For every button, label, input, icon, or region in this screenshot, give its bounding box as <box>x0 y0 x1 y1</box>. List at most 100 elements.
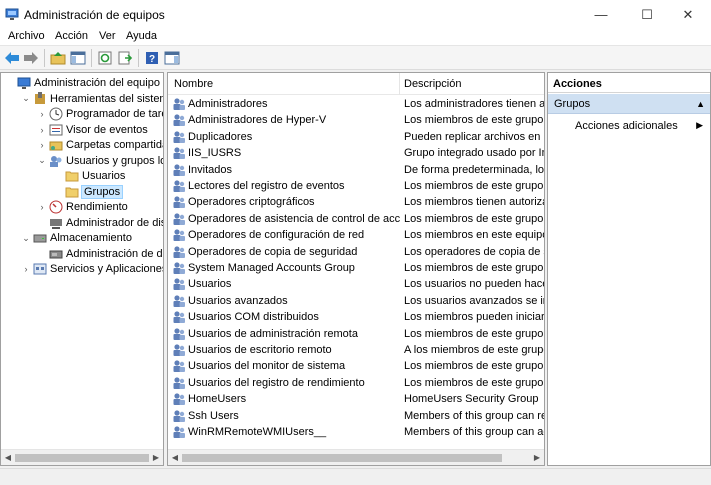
tree-item[interactable]: › Visor de eventos <box>37 122 148 138</box>
column-divider[interactable] <box>399 73 400 95</box>
minimize-button[interactable]: — <box>578 0 624 29</box>
group-name: Operadores de asistencia de control de a… <box>188 212 400 225</box>
export-list-button[interactable] <box>116 49 134 67</box>
menu-bar: Archivo Acción Ver Ayuda <box>0 29 711 46</box>
tree-item[interactable]: Administrador de dispos <box>37 215 163 231</box>
group-description: Los miembros tienen autorizaci <box>404 196 544 209</box>
collapse-caret-icon[interactable]: ▲ <box>696 99 705 109</box>
close-button[interactable]: ✕ <box>665 0 711 29</box>
toolbar-separator <box>44 49 45 67</box>
group-row[interactable]: Usuarios Los usuarios no pueden hacer c <box>168 276 544 292</box>
group-row[interactable]: Operadores de asistencia de control de a… <box>168 211 544 227</box>
group-name: Ssh Users <box>188 409 239 422</box>
menu-ver[interactable]: Ver <box>99 30 116 42</box>
scroll-left-icon[interactable]: ◀ <box>170 453 180 462</box>
group-icon <box>173 245 185 258</box>
collapse-arrow-icon[interactable]: ⌄ <box>21 233 31 244</box>
console-tree-pane: Administración del equipo (loca⌄Herramie… <box>0 72 164 466</box>
task-scheduler-icon <box>49 107 63 121</box>
tree-item-label: Administración de disco <box>66 247 163 260</box>
group-row[interactable]: Usuarios del monitor de sistema Los miemb… <box>168 358 544 374</box>
group-row[interactable]: Invitados De forma predeterminada, los i <box>168 162 544 178</box>
tree-item[interactable]: Administración de disco <box>37 246 163 262</box>
submenu-arrow-icon[interactable]: ▶ <box>696 120 703 131</box>
system-tools-icon <box>35 91 45 104</box>
tree-item-label: Programador de tareas <box>66 108 163 120</box>
back-arrow-icon <box>5 52 19 64</box>
group-row[interactable]: HomeUsers HomeUsers Security Group <box>168 391 544 407</box>
tree-item[interactable]: › Carpetas compartidas <box>37 137 164 153</box>
show-hide-console-tree-button[interactable] <box>69 49 87 67</box>
scrollbar-thumb[interactable] <box>15 454 149 462</box>
maximize-button[interactable]: ☐ <box>624 0 670 29</box>
group-description: Los miembros de este grupo tie <box>404 360 544 373</box>
refresh-button[interactable] <box>96 49 114 67</box>
expand-arrow-icon[interactable]: › <box>21 264 31 274</box>
actions-group-grupos[interactable]: Grupos ▲ <box>548 94 710 114</box>
tree-item[interactable]: ⌄ Herramientas del sistema <box>21 91 163 107</box>
up-level-button[interactable] <box>49 49 67 67</box>
group-name: Usuarios de escritorio remoto <box>188 344 332 356</box>
scroll-right-icon[interactable]: ▶ <box>532 453 542 462</box>
tree-item[interactable]: › Servicios y Aplicaciones <box>21 261 164 277</box>
expand-arrow-icon[interactable]: › <box>37 109 47 119</box>
group-description: De forma predeterminada, los i <box>404 163 544 176</box>
forward-button[interactable] <box>22 49 40 67</box>
tree-item[interactable]: ⌄ Usuarios y grupos locale <box>37 153 163 169</box>
more-actions-item[interactable]: Acciones adicionales <box>575 120 678 132</box>
group-row[interactable]: WinRMRemoteWMIUsers__ Members of this gro… <box>168 424 544 440</box>
group-description: Los miembros de este grupo tie <box>404 114 544 127</box>
tree-item[interactable]: › Rendimiento <box>37 199 128 215</box>
menu-archivo[interactable]: Archivo <box>8 30 45 42</box>
expand-arrow-icon[interactable]: › <box>37 202 47 212</box>
show-hide-action-pane-button[interactable] <box>163 49 181 67</box>
collapse-arrow-icon[interactable]: ⌄ <box>37 155 47 166</box>
back-button[interactable] <box>3 49 21 67</box>
menu-ayuda[interactable]: Ayuda <box>126 30 157 42</box>
group-row[interactable]: Usuarios COM distribuidos Los miembros pu… <box>168 309 544 325</box>
column-header-name[interactable]: Nombre <box>174 78 213 90</box>
tree-item[interactable]: Grupos <box>53 184 124 200</box>
column-header-description[interactable]: Descripción <box>404 78 461 90</box>
help-button[interactable]: ? <box>143 49 161 67</box>
group-row[interactable]: IIS_IUSRS Grupo integrado usado por Int <box>168 145 544 161</box>
group-row[interactable]: Administradores de Hyper-V Los miembros d… <box>168 112 544 128</box>
group-row[interactable]: Operadores criptográficos Los miembros ti… <box>168 194 544 210</box>
tree-horizontal-scrollbar[interactable]: ◀ ▶ <box>1 449 163 465</box>
tree-item[interactable]: Administración del equipo (loca <box>5 75 163 91</box>
group-row[interactable]: Usuarios de escritorio remoto A los miemb… <box>168 342 544 358</box>
scroll-left-icon[interactable]: ◀ <box>3 453 13 462</box>
group-icon <box>173 180 185 192</box>
tree-item-label: Almacenamiento <box>50 232 132 244</box>
shared-folders-icon <box>49 141 63 151</box>
menu-accion[interactable]: Acción <box>55 30 88 42</box>
group-row[interactable]: Administradores Los administradores tiene… <box>168 96 544 112</box>
group-row[interactable]: Ssh Users Members of this group can ren <box>168 408 544 424</box>
list-horizontal-scrollbar[interactable]: ◀ ▶ <box>168 449 544 465</box>
folder-icon <box>65 171 79 182</box>
window-title: Administración de equipos <box>24 8 165 22</box>
group-row[interactable]: Usuarios del registro de rendimiento Los … <box>168 375 544 391</box>
actions-pane: Acciones Grupos ▲ Acciones adicionales ▶ <box>547 72 711 466</box>
scroll-right-icon[interactable]: ▶ <box>151 453 161 462</box>
group-row[interactable]: System Managed Accounts Group Los miembro… <box>168 260 544 276</box>
console-tree-icon <box>70 51 86 65</box>
collapse-arrow-icon[interactable]: ⌄ <box>21 93 31 104</box>
tree-item-label: Rendimiento <box>66 201 128 213</box>
svg-text:?: ? <box>149 54 155 65</box>
group-row[interactable]: Usuarios de administración remota Los mie… <box>168 326 544 342</box>
group-row[interactable]: Operadores de copia de seguridad Los oper… <box>168 244 544 260</box>
group-row[interactable]: Duplicadores Pueden replicar archivos en … <box>168 129 544 145</box>
group-row[interactable]: Operadores de configuración de red Los mi… <box>168 227 544 243</box>
tree-item-label: Servicios y Aplicaciones <box>50 263 164 275</box>
group-row[interactable]: Lectores del registro de eventos Los miem… <box>168 178 544 194</box>
group-row[interactable]: Usuarios avanzados Los usuarios avanzados… <box>168 293 544 309</box>
group-description: HomeUsers Security Group <box>404 393 539 406</box>
tree-item[interactable]: Usuarios <box>53 168 125 184</box>
tree-item[interactable]: › Programador de tareas <box>37 106 163 122</box>
tree-item[interactable]: ⌄ Almacenamiento <box>21 230 132 246</box>
scrollbar-thumb[interactable] <box>182 454 502 462</box>
group-name: Usuarios de administración remota <box>188 327 358 340</box>
expand-arrow-icon[interactable]: › <box>37 140 47 150</box>
expand-arrow-icon[interactable]: › <box>37 125 47 135</box>
